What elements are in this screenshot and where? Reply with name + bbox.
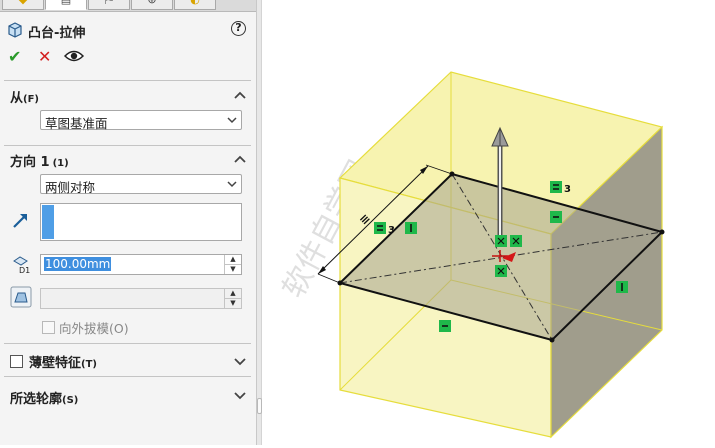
draft-toggle-icon[interactable] <box>10 286 32 308</box>
chevron-down-icon[interactable] <box>234 390 246 400</box>
depth-stepper[interactable]: ▲ ▼ <box>224 255 241 274</box>
property-manager: ◆ ▤ ⛿ ⊕ ◐ 凸台-拉伸 ? ✔ ✕ 从(F) 草图基准面 方向 1(1)… <box>0 0 256 445</box>
feature-title: 凸台-拉伸 <box>28 26 86 41</box>
tab-dimxpert-manager[interactable]: ⊕ <box>131 0 173 10</box>
chevron-down-icon <box>227 181 237 188</box>
ok-button[interactable]: ✔ <box>8 48 21 66</box>
cancel-button[interactable]: ✕ <box>38 48 51 66</box>
chevron-up-icon[interactable] <box>234 154 246 164</box>
chevron-up-icon[interactable] <box>234 90 246 100</box>
separator <box>4 145 251 146</box>
tab-configuration-manager[interactable]: ⛿ <box>88 0 130 10</box>
svg-text:D1: D1 <box>19 266 30 275</box>
relation-badge-horizontal[interactable] <box>439 320 451 332</box>
checkbox[interactable] <box>42 321 55 334</box>
sketch-point[interactable] <box>659 229 665 235</box>
relation-badge-horizontal[interactable]: 3 <box>374 222 395 236</box>
relation-badge-parallel[interactable] <box>405 222 417 234</box>
direction1-section-title[interactable]: 方向 1 (1) <box>10 151 69 170</box>
draft-outward-checkbox[interactable]: 向外拔模(O) <box>42 318 129 337</box>
separator <box>4 376 251 377</box>
graphics-viewport[interactable]: 软件自学网 ≡ 3 3 <box>262 0 715 445</box>
tab-property-manager[interactable]: ▤ <box>45 0 87 10</box>
tab-display-manager[interactable]: ◐ <box>174 0 216 10</box>
dimxpert-icon: ⊕ <box>147 0 156 6</box>
thin-feature-section-title[interactable]: 薄壁特征(T) <box>10 352 97 371</box>
tab-feature-manager[interactable]: ◆ <box>2 0 44 10</box>
direction-reference-field[interactable] <box>40 203 242 241</box>
draft-stepper[interactable]: ▲ ▼ <box>224 289 241 308</box>
manager-tabs: ◆ ▤ ⛿ ⊕ ◐ <box>0 0 256 12</box>
depth-input[interactable]: 100.00mm ▲ ▼ <box>40 254 242 275</box>
feature-header: 凸台-拉伸 ? <box>6 21 250 41</box>
draft-outward-label: 向外拔模(O) <box>59 321 129 336</box>
sketch-point[interactable] <box>549 337 555 343</box>
from-select[interactable]: 草图基准面 <box>40 110 242 131</box>
selection-indicator <box>42 205 54 239</box>
separator <box>4 343 251 344</box>
chevron-down-icon[interactable] <box>234 356 246 366</box>
relation-badge-parallel[interactable] <box>616 281 628 293</box>
help-icon[interactable]: ? <box>231 21 246 36</box>
separator <box>4 80 251 81</box>
thin-feature-checkbox[interactable] <box>10 355 23 368</box>
depth-dimension-icon: D1 <box>13 256 30 275</box>
boss-extrude-icon <box>8 22 22 38</box>
relation-badge-horizontal[interactable]: 3 <box>550 181 571 195</box>
selected-contours-section-title[interactable]: 所选轮廓(S) <box>10 388 78 407</box>
property-icon: ▤ <box>61 0 71 6</box>
svg-text:3: 3 <box>564 184 571 195</box>
action-buttons: ✔ ✕ <box>8 48 98 68</box>
relation-badge-horizontal[interactable] <box>550 211 562 223</box>
direction-arrow-icon[interactable] <box>10 209 32 231</box>
model-canvas[interactable]: 软件自学网 ≡ 3 3 <box>262 0 715 445</box>
preview-eye-icon[interactable] <box>64 49 84 63</box>
from-section-title[interactable]: 从(F) <box>10 87 39 106</box>
draft-angle-input[interactable]: ▲ ▼ <box>40 288 242 309</box>
display-icon: ◐ <box>190 0 200 6</box>
chevron-down-icon <box>227 117 237 124</box>
svg-text:3: 3 <box>388 225 395 236</box>
feature-tree-icon: ◆ <box>19 0 27 6</box>
end-condition-select[interactable]: 两侧对称 <box>40 174 242 195</box>
config-icon: ⛿ <box>105 0 113 6</box>
